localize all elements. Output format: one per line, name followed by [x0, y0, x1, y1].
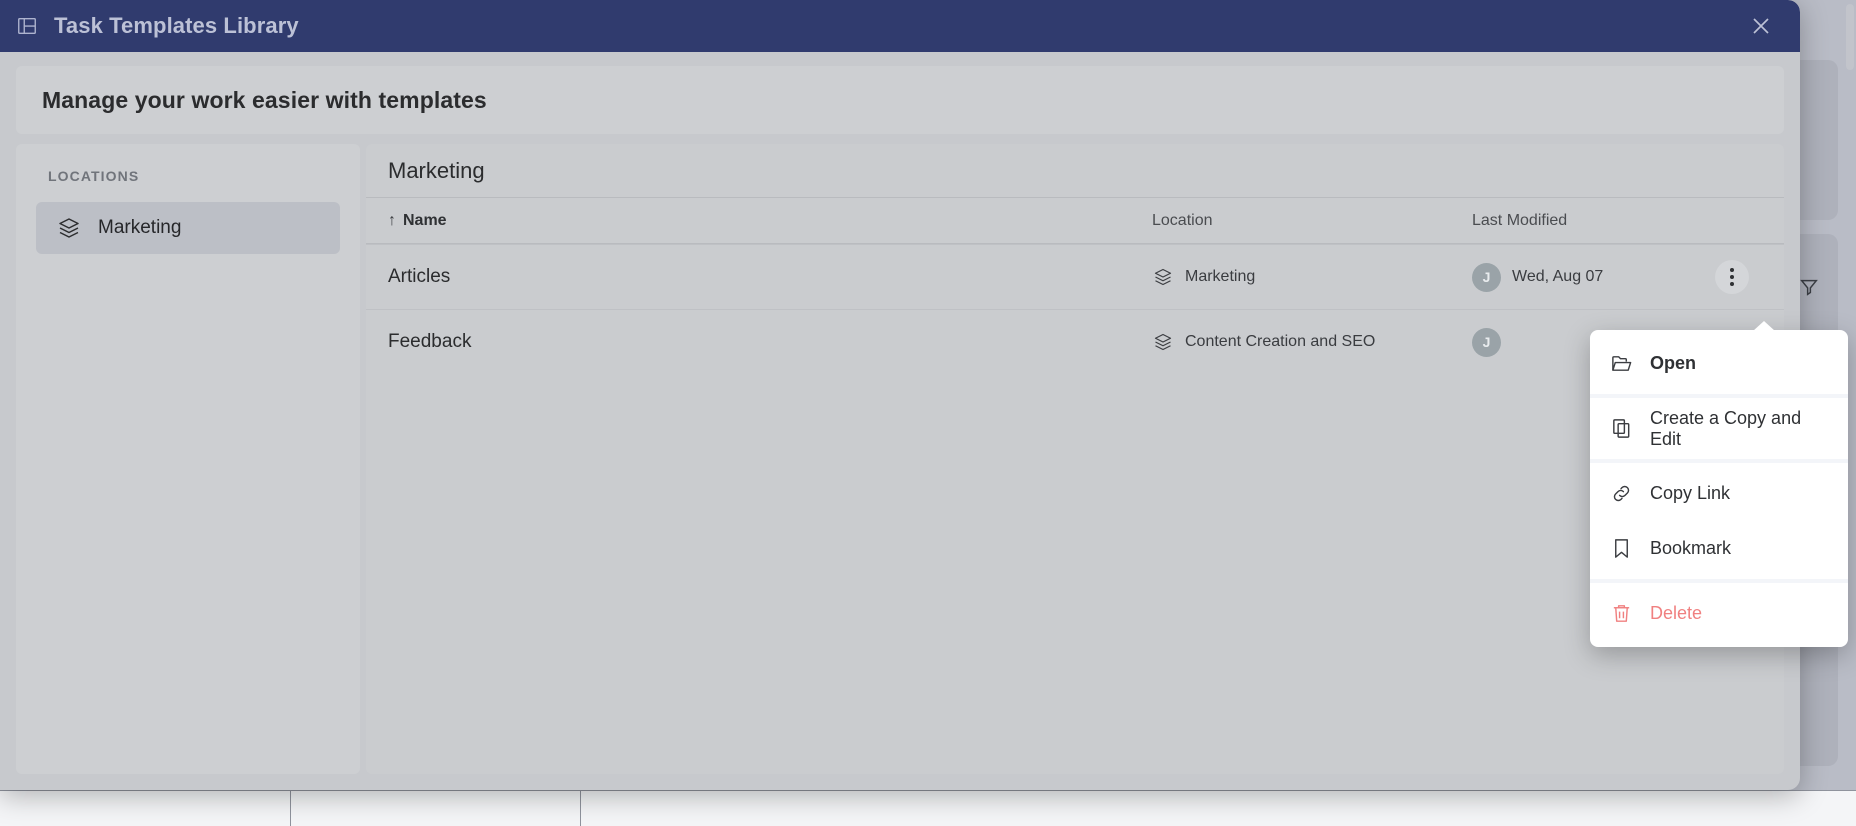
column-header-location-label: Location	[1152, 211, 1213, 229]
locations-sidebar: LOCATIONS Marketing	[16, 144, 360, 774]
layers-icon	[1152, 331, 1174, 353]
table-header-row: ↑ Name Location Last Modified	[366, 198, 1784, 244]
menu-item-label: Copy Link	[1650, 483, 1731, 503]
background-bottom-bar	[0, 790, 1856, 826]
template-location: Marketing	[1185, 268, 1256, 285]
column-header-location[interactable]: Location	[1152, 212, 1472, 230]
menu-separator	[1590, 394, 1848, 398]
menu-item-copy-link[interactable]: Copy Link	[1590, 466, 1848, 521]
menu-caret	[1753, 321, 1775, 331]
dialog-body: LOCATIONS Marketing Marketing ↑ Name Loc…	[0, 134, 1800, 790]
banner-title: Manage your work easier with templates	[42, 86, 487, 113]
page-scrollbar[interactable]	[1846, 4, 1854, 70]
row-location-cell: Marketing	[1152, 266, 1472, 288]
menu-separator	[1590, 459, 1848, 463]
link-icon	[1608, 481, 1634, 507]
row-location-cell: Content Creation and SEO	[1152, 331, 1472, 353]
template-last-modified: Wed, Aug 07	[1512, 268, 1604, 285]
row-actions-cell	[1702, 260, 1762, 294]
row-last-modified-cell: J Wed, Aug 07	[1472, 262, 1702, 292]
panel-title: Marketing	[366, 144, 1784, 198]
row-menu-button[interactable]	[1715, 260, 1749, 294]
menu-item-label: Delete	[1650, 603, 1703, 623]
row-context-menu: Open Create a Copy and Edit Copy Link Bo…	[1590, 321, 1848, 647]
templates-panel: Marketing ↑ Name Location Last Modified	[366, 144, 1784, 774]
column-header-last-modified[interactable]: Last Modified	[1472, 212, 1702, 230]
menu-separator	[1590, 579, 1848, 583]
dialog-title: Task Templates Library	[54, 13, 299, 38]
dialog-titlebar: Task Templates Library	[0, 0, 1800, 52]
layers-icon	[56, 215, 82, 241]
table-row[interactable]: Articles Marketing J Wed, Aug 07	[366, 244, 1784, 309]
task-templates-dialog: Task Templates Library Manage your work …	[0, 0, 1800, 790]
layout-panel-icon	[14, 13, 40, 39]
screen: Task Templates Library Manage your work …	[0, 0, 1856, 826]
column-header-last-modified-label: Last Modified	[1472, 211, 1568, 229]
template-name: Feedback	[388, 331, 472, 352]
menu-item-label: Create a Copy and Edit	[1650, 407, 1802, 449]
trash-icon	[1608, 601, 1634, 627]
template-name: Articles	[388, 266, 451, 287]
bottom-bar-divider	[580, 791, 581, 826]
menu-item-label: Open	[1650, 353, 1697, 373]
layers-icon	[1152, 266, 1174, 288]
menu-item-delete[interactable]: Delete	[1590, 586, 1848, 641]
avatar: J	[1472, 262, 1501, 292]
sidebar-item-marketing[interactable]: Marketing	[36, 202, 340, 254]
bookmark-icon	[1608, 536, 1634, 562]
menu-item-bookmark[interactable]: Bookmark	[1590, 521, 1848, 576]
table-row[interactable]: Feedback Content Creation and SEO J	[366, 309, 1784, 374]
row-name-cell: Articles	[388, 266, 1152, 288]
row-name-cell: Feedback	[388, 331, 1152, 353]
avatar: J	[1472, 327, 1501, 357]
copy-icon	[1608, 416, 1634, 442]
menu-item-open[interactable]: Open	[1590, 336, 1848, 391]
menu-item-label: Bookmark	[1650, 538, 1732, 558]
more-vertical-icon	[1730, 268, 1734, 286]
column-header-name-label: Name	[403, 211, 447, 229]
sidebar-item-label: Marketing	[98, 217, 182, 238]
sort-ascending-icon: ↑	[388, 211, 396, 229]
folder-open-icon	[1608, 351, 1634, 377]
bottom-bar-divider	[290, 791, 291, 826]
close-icon[interactable]	[1744, 9, 1778, 43]
template-location: Content Creation and SEO	[1185, 333, 1376, 350]
menu-item-create-a-copy-and-edit[interactable]: Create a Copy and Edit	[1590, 401, 1848, 456]
column-header-name[interactable]: ↑ Name	[388, 212, 1152, 230]
sidebar-heading: LOCATIONS	[48, 168, 140, 184]
promo-banner: Manage your work easier with templates	[16, 66, 1784, 134]
templates-table: ↑ Name Location Last Modified Articles M…	[366, 198, 1784, 374]
